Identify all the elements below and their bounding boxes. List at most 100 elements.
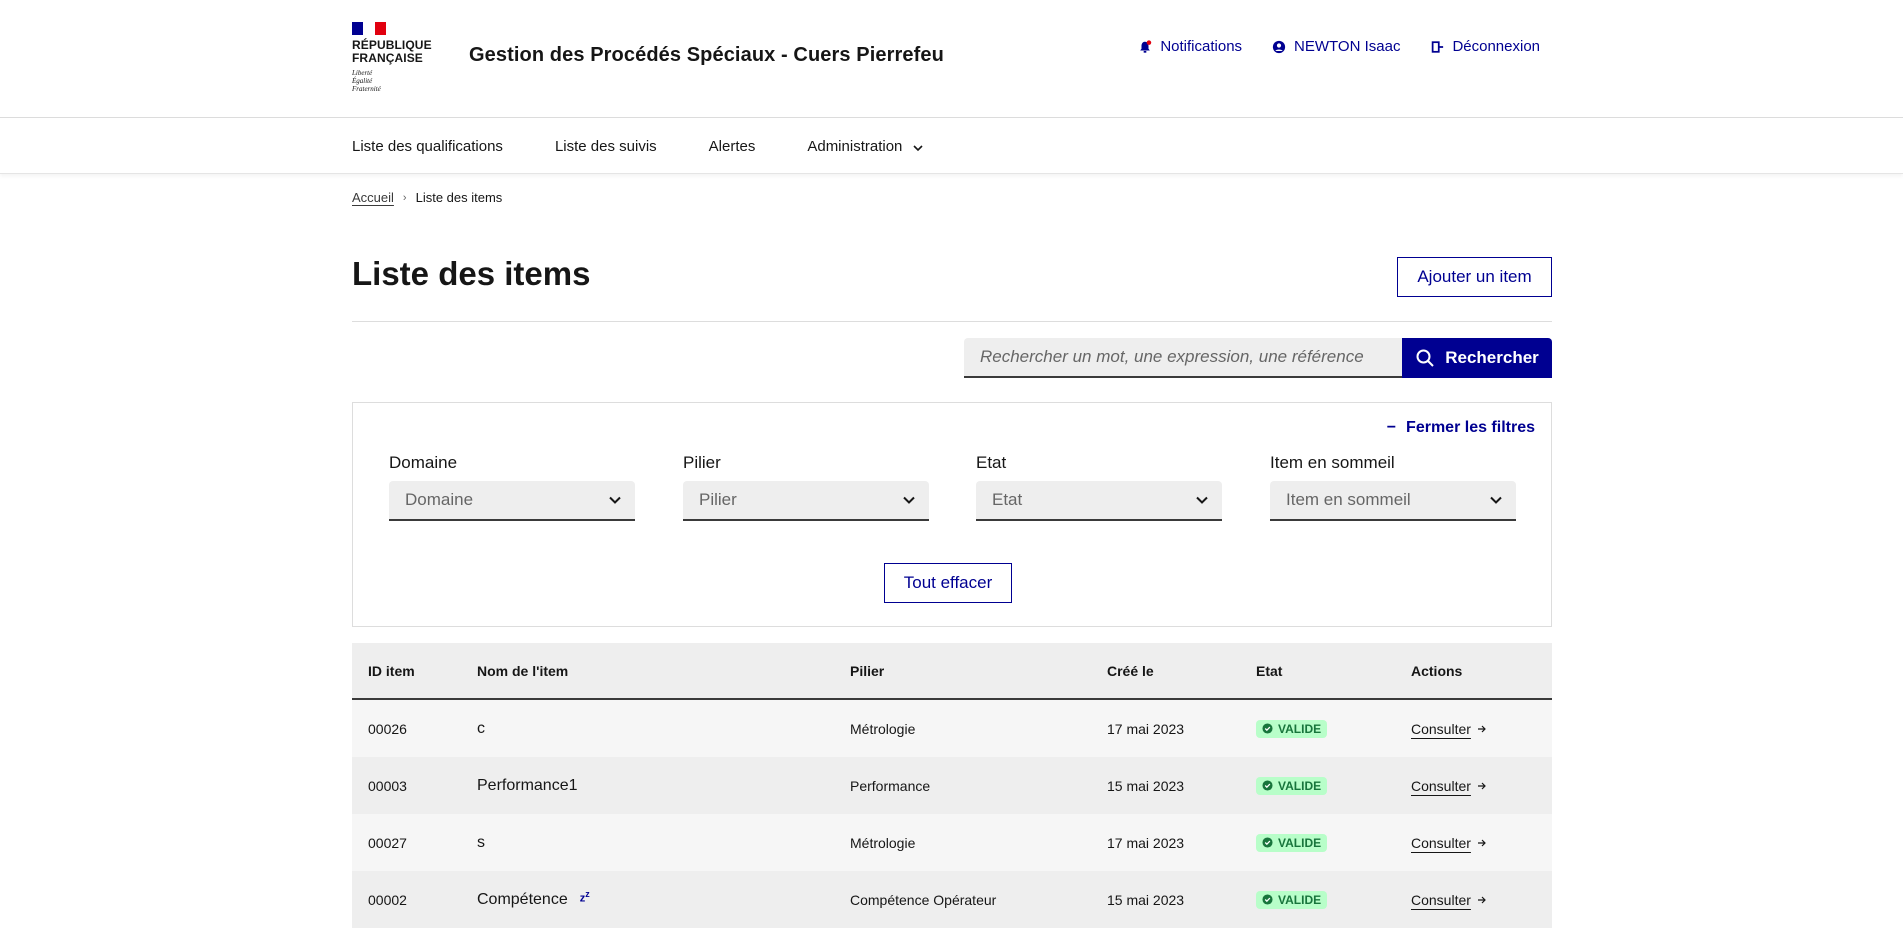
chevron-down-icon [903,496,915,504]
cell-etat: VALIDE [1256,833,1328,852]
status-badge: VALIDE [1256,776,1328,795]
table-row: 00002 Compétence zz Compétence Opérateur… [352,871,1552,928]
user-icon [1272,40,1286,53]
nav-item-qualifications[interactable]: Liste des qualifications [352,138,503,155]
filter-label: Etat [976,453,1007,472]
add-item-button[interactable]: Ajouter un item [1397,257,1552,297]
column-header-cree[interactable]: Créé le [1107,663,1154,679]
column-header-name[interactable]: Nom de l'item [477,663,568,679]
filter-item-en-sommeil: Item en sommeil Item en sommeil [1270,453,1516,521]
check-circle-icon [1262,723,1273,734]
nav-item-label: Liste des suivis [554,137,657,155]
nav-item-alertes[interactable]: Alertes [709,138,756,155]
cell-cree: 17 mai 2023 [1107,720,1185,737]
french-flag-icon [352,22,386,35]
cell-cree: 15 mai 2023 [1107,891,1185,908]
consult-label: Consulter [1411,891,1471,908]
search-input[interactable] [964,338,1402,378]
cell-id: 00026 [368,720,407,737]
filter-label: Item en sommeil [1270,453,1395,472]
notifications-label: Notifications [1160,38,1243,55]
title-divider [352,321,1552,322]
status-badge: VALIDE [1256,890,1328,909]
domaine-select[interactable]: Domaine [389,481,635,521]
arrow-right-icon [1477,725,1486,732]
chevron-down-icon [609,496,621,504]
check-circle-icon [1262,894,1273,905]
minus-icon: − [1386,419,1397,436]
filter-etat: Etat Etat [976,453,1222,521]
item-name: Performance1 [477,776,578,794]
items-table: ID item Nom de l'item Pilier Créé le Eta… [352,643,1552,928]
arrow-right-icon [1477,896,1486,903]
table-row: 00003 Performance1 Performance 15 mai 20… [352,757,1552,814]
column-header-pilier[interactable]: Pilier [850,663,884,679]
clear-filters-button[interactable]: Tout effacer [884,563,1012,603]
logout-icon [1432,40,1444,53]
search-icon [1416,349,1434,367]
arrow-right-icon [1477,839,1486,846]
etat-select[interactable]: Etat [976,481,1222,521]
consult-label: Consulter [1411,834,1471,851]
nav-item-administration[interactable]: Administration [807,138,924,155]
item-name: Compétence [477,890,568,908]
item-en-sommeil-select[interactable]: Item en sommeil [1270,481,1516,521]
nav-item-label: Alertes [708,137,756,155]
search-button[interactable]: Rechercher [1402,338,1552,378]
column-header-etat[interactable]: Etat [1256,663,1282,679]
filter-pilier: Pilier Pilier [683,453,929,521]
cell-actions: Consulter [1411,892,1487,908]
consult-link[interactable]: Consulter [1411,892,1487,908]
main-navigation: Liste des qualifications Liste des suivi… [0,118,1903,174]
service-title[interactable]: Gestion des Procédés Spéciaux - Cuers Pi… [469,44,944,67]
consult-label: Consulter [1411,777,1471,794]
cell-cree: 17 mai 2023 [1107,834,1185,851]
breadcrumb-current: Liste des items [415,190,503,205]
logout-link[interactable]: Déconnexion [1430,38,1540,55]
filters-panel: − Fermer les filtres Domaine Domaine Pil… [352,402,1552,627]
header-tools: Notifications NEWTON Isaac Déconnexion [1138,38,1540,55]
user-account-link[interactable]: NEWTON Isaac [1272,38,1400,55]
cell-id: 00003 [368,777,407,794]
status-label: VALIDE [1278,835,1322,850]
cell-id: 00002 [368,891,407,908]
page-title: Liste des items [352,255,591,292]
consult-link[interactable]: Consulter [1411,835,1487,851]
nav-item-suivis[interactable]: Liste des suivis [555,138,657,155]
search-button-label: Rechercher [1445,348,1539,367]
user-name: NEWTON Isaac [1294,38,1401,55]
check-circle-icon [1262,780,1273,791]
consult-link[interactable]: Consulter [1411,721,1487,737]
cell-pilier: Compétence Opérateur [850,891,997,908]
notifications-link[interactable]: Notifications [1138,38,1242,55]
item-name: c [477,719,485,737]
chevron-down-icon [1196,496,1208,504]
check-circle-icon [1262,837,1273,848]
republique-francaise-logo[interactable]: RÉPUBLIQUE FRANÇAISE Liberté Égalité Fra… [352,22,432,93]
arrow-right-icon [1477,782,1486,789]
logo-motto: Liberté Égalité Fraternité [352,69,381,93]
column-header-id[interactable]: ID item [368,663,415,679]
status-badge: VALIDE [1256,719,1328,738]
item-name: s [477,833,485,851]
breadcrumb-home-link[interactable]: Accueil [352,190,394,205]
close-filters-button[interactable]: − Fermer les filtres [1387,419,1535,437]
logo-text: RÉPUBLIQUE FRANÇAISE [352,38,432,65]
filter-domaine: Domaine Domaine [389,453,635,521]
cell-etat: VALIDE [1256,890,1328,909]
logout-label: Déconnexion [1452,38,1540,55]
bell-icon [1140,39,1152,53]
cell-pilier: Métrologie [850,834,916,851]
consult-link[interactable]: Consulter [1411,778,1487,794]
cell-name: Performance1 [477,777,578,795]
cell-etat: VALIDE [1256,719,1328,738]
cell-etat: VALIDE [1256,776,1328,795]
select-value: Etat [992,490,1023,509]
close-filters-label: Fermer les filtres [1406,419,1535,436]
status-label: VALIDE [1278,892,1322,907]
breadcrumb-separator-icon: › [402,191,407,204]
site-header: RÉPUBLIQUE FRANÇAISE Liberté Égalité Fra… [0,0,1903,118]
pilier-select[interactable]: Pilier [683,481,929,521]
status-label: VALIDE [1278,778,1322,793]
cell-actions: Consulter [1411,835,1487,851]
